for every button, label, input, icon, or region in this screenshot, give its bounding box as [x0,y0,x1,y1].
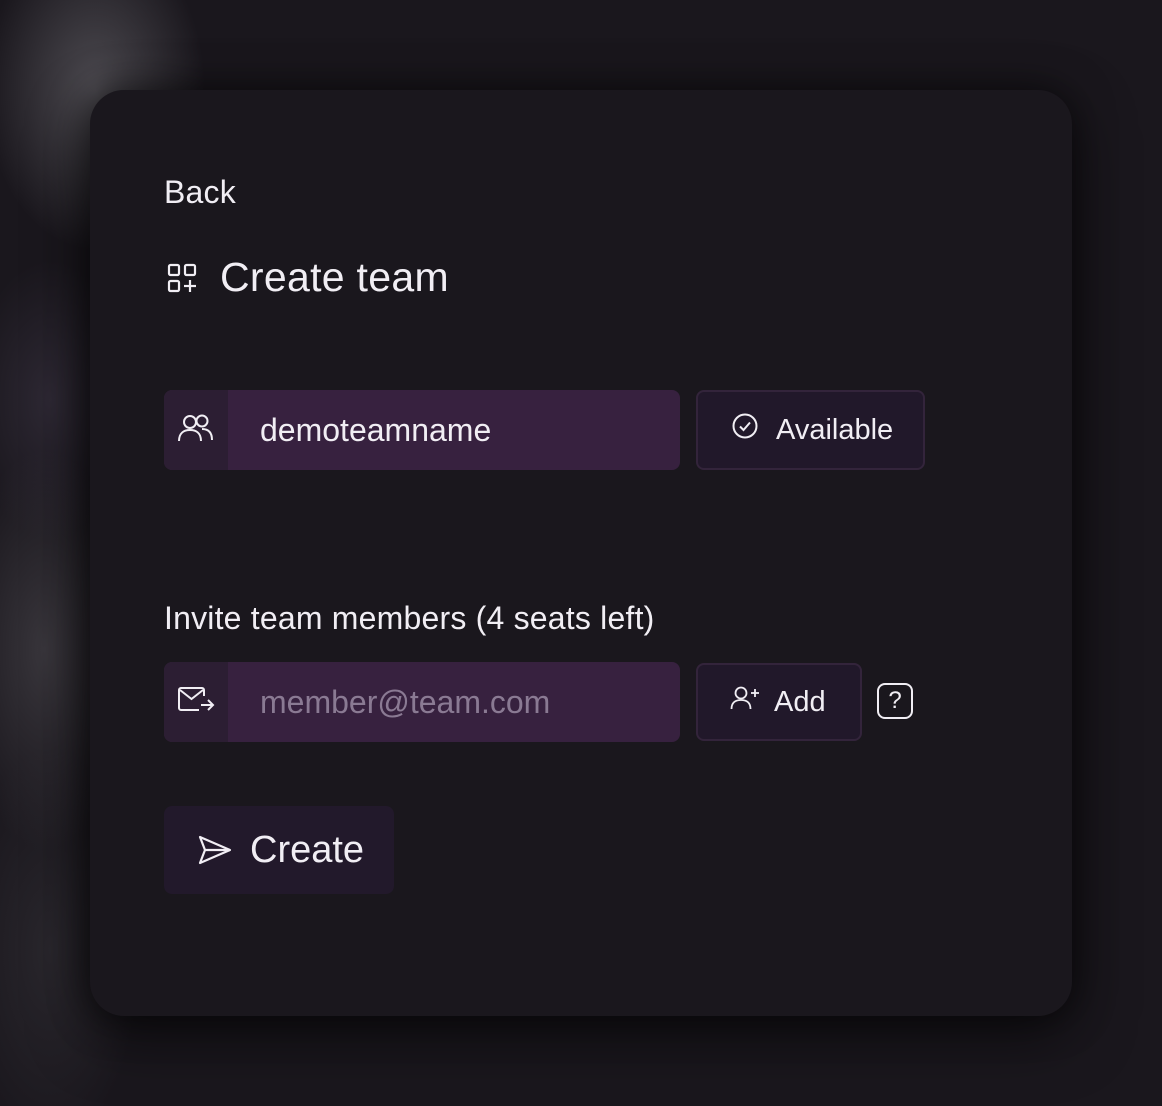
invite-email-field [164,662,680,742]
help-icon[interactable]: ? [877,683,913,719]
invite-email-icon-cell [164,662,228,742]
team-name-field [164,390,680,470]
users-icon [177,412,215,449]
add-member-button[interactable]: Add [696,663,862,741]
check-circle-icon [732,413,758,447]
grid-plus-icon [166,262,198,294]
invite-members-label: Invite team members (4 seats left) [164,600,655,636]
invite-email-input[interactable] [228,662,680,742]
mail-send-icon [177,686,215,719]
back-link[interactable]: Back [164,174,236,211]
availability-status-button[interactable]: Available [696,390,925,470]
team-name-input[interactable] [228,390,680,470]
send-icon [198,835,232,865]
team-name-icon-cell [164,390,228,470]
create-team-card: Back Create team demoteamname Available … [90,90,1072,1016]
add-member-label: Add [774,685,826,718]
page-header: Create team [166,254,449,301]
create-team-button[interactable]: Create [164,806,394,894]
availability-status-label: Available [776,413,894,446]
create-team-label: Create [250,828,365,871]
page-title: Create team [220,254,449,300]
user-plus-icon [730,685,760,719]
